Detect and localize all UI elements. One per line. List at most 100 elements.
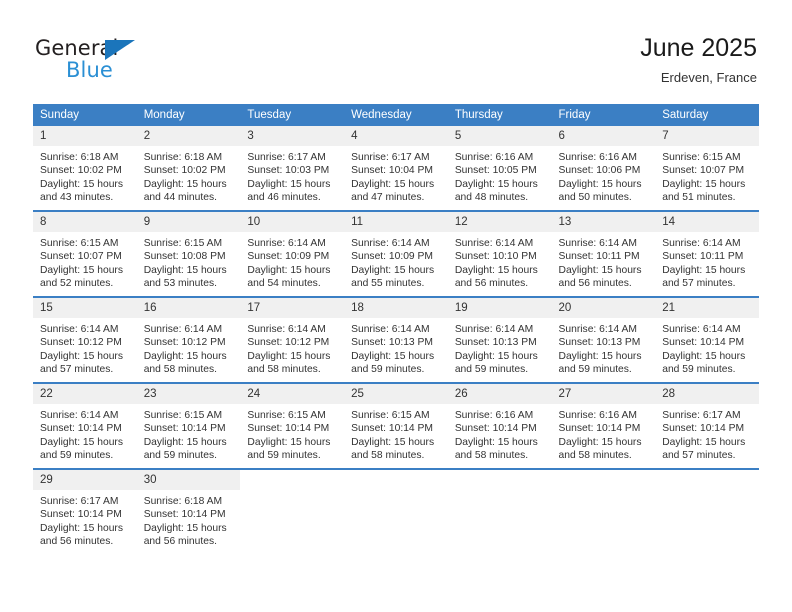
sunrise-text: Sunrise: 6:14 AM [247, 238, 326, 249]
page-header: General Blue June 2025 Erdeven, France [0, 0, 792, 104]
sunrise-text: Sunrise: 6:14 AM [454, 238, 534, 249]
daylight-text: Daylight: 15 hours and 56 minutes. [558, 264, 642, 290]
day-details: Sunrise: 6:14 AM Sunset: 10:12 PM Daylig… [240, 318, 344, 377]
day-cell[interactable]: 11 Sunrise: 6:14 AM Sunset: 10:09 PM Day… [344, 210, 448, 297]
day-cell[interactable]: 16 Sunrise: 6:14 AM Sunset: 10:12 PM Day… [136, 296, 241, 383]
day-cell[interactable]: 22 Sunrise: 6:14 AM Sunset: 10:14 PM Day… [33, 382, 137, 469]
day-details: Sunrise: 6:14 AM Sunset: 10:11 PM Daylig… [552, 232, 656, 291]
sunrise-text: Sunrise: 6:14 AM [454, 324, 534, 335]
day-cell[interactable]: 18 Sunrise: 6:14 AM Sunset: 10:13 PM Day… [344, 296, 448, 383]
day-cell[interactable]: 26 Sunrise: 6:16 AM Sunset: 10:14 PM Day… [447, 382, 552, 469]
day-cell[interactable]: 15 Sunrise: 6:14 AM Sunset: 10:12 PM Day… [33, 296, 137, 383]
day-cell-empty [344, 468, 448, 554]
day-number: 5 [447, 126, 552, 146]
day-cell[interactable]: 30 Sunrise: 6:18 AM Sunset: 10:14 PM Day… [136, 468, 241, 554]
day-number: 13 [551, 212, 656, 232]
page-title: June 2025 [640, 34, 757, 62]
sunset-text: Sunset: 10:14 PM [454, 423, 537, 435]
day-details: Sunrise: 6:14 AM Sunset: 10:13 PM Daylig… [344, 318, 448, 377]
day-number: 27 [551, 384, 656, 404]
daylight-text: Daylight: 15 hours and 46 minutes. [247, 178, 331, 204]
day-number: 14 [655, 212, 759, 232]
daylight-text: Daylight: 15 hours and 59 minutes. [662, 350, 746, 376]
day-cell[interactable]: 10 Sunrise: 6:14 AM Sunset: 10:09 PM Day… [240, 210, 345, 297]
sunset-text: Sunset: 10:12 PM [40, 337, 122, 349]
sunset-text: Sunset: 10:11 PM [558, 251, 640, 263]
day-cell[interactable]: 5 Sunrise: 6:16 AM Sunset: 10:05 PM Dayl… [447, 126, 552, 211]
sunrise-text: Sunrise: 6:15 AM [143, 238, 223, 249]
day-details: Sunrise: 6:15 AM Sunset: 10:14 PM Daylig… [137, 404, 241, 463]
day-cell[interactable]: 8 Sunrise: 6:15 AM Sunset: 10:07 PM Dayl… [33, 210, 137, 297]
day-cell[interactable]: 19 Sunrise: 6:14 AM Sunset: 10:13 PM Day… [447, 296, 552, 383]
sunrise-text: Sunrise: 6:17 AM [247, 152, 326, 163]
day-details: Sunrise: 6:16 AM Sunset: 10:14 PM Daylig… [448, 404, 552, 463]
sunset-text: Sunset: 10:14 PM [662, 337, 745, 349]
column-header-thursday: Thursday [447, 104, 552, 126]
daylight-text: Daylight: 15 hours and 59 minutes. [247, 436, 331, 462]
sunrise-text: Sunrise: 6:17 AM [40, 496, 119, 507]
day-number: 11 [344, 212, 448, 232]
day-details: Sunrise: 6:17 AM Sunset: 10:03 PM Daylig… [240, 146, 344, 205]
sunset-text: Sunset: 10:02 PM [143, 165, 226, 177]
week-row: 29 Sunrise: 6:17 AM Sunset: 10:14 PM Day… [33, 468, 759, 554]
day-number: 16 [136, 298, 241, 318]
daylight-text: Daylight: 15 hours and 57 minutes. [40, 350, 123, 376]
sunrise-text: Sunrise: 6:14 AM [558, 324, 637, 335]
daylight-text: Daylight: 15 hours and 55 minutes. [351, 264, 435, 290]
sunrise-text: Sunrise: 6:14 AM [662, 324, 741, 335]
page-subtitle: Erdeven, France [660, 70, 757, 85]
day-cell[interactable]: 9 Sunrise: 6:15 AM Sunset: 10:08 PM Dayl… [136, 210, 241, 297]
day-cell[interactable]: 14 Sunrise: 6:14 AM Sunset: 10:11 PM Day… [655, 210, 759, 297]
day-cell[interactable]: 27 Sunrise: 6:16 AM Sunset: 10:14 PM Day… [551, 382, 656, 469]
day-cell[interactable]: 25 Sunrise: 6:15 AM Sunset: 10:14 PM Day… [344, 382, 448, 469]
sunrise-text: Sunrise: 6:15 AM [40, 238, 119, 249]
day-number: 2 [136, 126, 241, 146]
column-header-monday: Monday [136, 104, 241, 126]
day-number: 18 [344, 298, 448, 318]
day-cell[interactable]: 6 Sunrise: 6:16 AM Sunset: 10:06 PM Dayl… [551, 126, 656, 211]
daylight-text: Daylight: 15 hours and 57 minutes. [662, 436, 746, 462]
daylight-text: Daylight: 15 hours and 50 minutes. [558, 178, 642, 204]
day-details: Sunrise: 6:14 AM Sunset: 10:11 PM Daylig… [655, 232, 759, 291]
day-cell[interactable]: 17 Sunrise: 6:14 AM Sunset: 10:12 PM Day… [240, 296, 345, 383]
day-number: 12 [447, 212, 552, 232]
day-details: Sunrise: 6:15 AM Sunset: 10:07 PM Daylig… [655, 146, 759, 205]
sunrise-text: Sunrise: 6:16 AM [558, 410, 637, 421]
day-number [447, 470, 552, 490]
daylight-text: Daylight: 15 hours and 59 minutes. [558, 350, 642, 376]
day-cell[interactable]: 21 Sunrise: 6:14 AM Sunset: 10:14 PM Day… [655, 296, 759, 383]
day-cell[interactable]: 29 Sunrise: 6:17 AM Sunset: 10:14 PM Day… [33, 468, 137, 554]
day-number: 17 [240, 298, 345, 318]
day-cell[interactable]: 4 Sunrise: 6:17 AM Sunset: 10:04 PM Dayl… [344, 126, 448, 211]
sunrise-text: Sunrise: 6:17 AM [351, 152, 430, 163]
sunrise-text: Sunrise: 6:18 AM [40, 152, 119, 163]
daylight-text: Daylight: 15 hours and 44 minutes. [143, 178, 227, 204]
generalblue-logo[interactable]: General Blue [35, 36, 215, 92]
day-cell[interactable]: 20 Sunrise: 6:14 AM Sunset: 10:13 PM Day… [551, 296, 656, 383]
title-block: June 2025 Erdeven, France [640, 33, 757, 88]
day-cell[interactable]: 23 Sunrise: 6:15 AM Sunset: 10:14 PM Day… [136, 382, 241, 469]
daylight-text: Daylight: 15 hours and 59 minutes. [143, 436, 227, 462]
day-number: 10 [240, 212, 345, 232]
day-number: 26 [447, 384, 552, 404]
day-cell[interactable]: 13 Sunrise: 6:14 AM Sunset: 10:11 PM Day… [551, 210, 656, 297]
day-details: Sunrise: 6:16 AM Sunset: 10:14 PM Daylig… [552, 404, 656, 463]
day-cell[interactable]: 7 Sunrise: 6:15 AM Sunset: 10:07 PM Dayl… [655, 126, 759, 211]
sunset-text: Sunset: 10:09 PM [247, 251, 330, 263]
sunrise-text: Sunrise: 6:15 AM [247, 410, 326, 421]
sunset-text: Sunset: 10:04 PM [351, 165, 433, 177]
day-cell[interactable]: 12 Sunrise: 6:14 AM Sunset: 10:10 PM Day… [447, 210, 552, 297]
sunset-text: Sunset: 10:14 PM [662, 423, 745, 435]
day-cell[interactable]: 24 Sunrise: 6:15 AM Sunset: 10:14 PM Day… [240, 382, 345, 469]
sunrise-text: Sunrise: 6:14 AM [351, 324, 430, 335]
day-cell[interactable]: 2 Sunrise: 6:18 AM Sunset: 10:02 PM Dayl… [136, 126, 241, 211]
daylight-text: Daylight: 15 hours and 47 minutes. [351, 178, 435, 204]
sunset-text: Sunset: 10:14 PM [40, 509, 122, 521]
day-details: Sunrise: 6:14 AM Sunset: 10:14 PM Daylig… [33, 404, 137, 463]
day-cell[interactable]: 28 Sunrise: 6:17 AM Sunset: 10:14 PM Day… [655, 382, 759, 469]
sunset-text: Sunset: 10:06 PM [558, 165, 641, 177]
day-cell[interactable]: 3 Sunrise: 6:17 AM Sunset: 10:03 PM Dayl… [240, 126, 345, 211]
day-cell[interactable]: 1 Sunrise: 6:18 AM Sunset: 10:02 PM Dayl… [33, 126, 137, 211]
sunset-text: Sunset: 10:12 PM [247, 337, 330, 349]
daylight-text: Daylight: 15 hours and 58 minutes. [454, 436, 538, 462]
